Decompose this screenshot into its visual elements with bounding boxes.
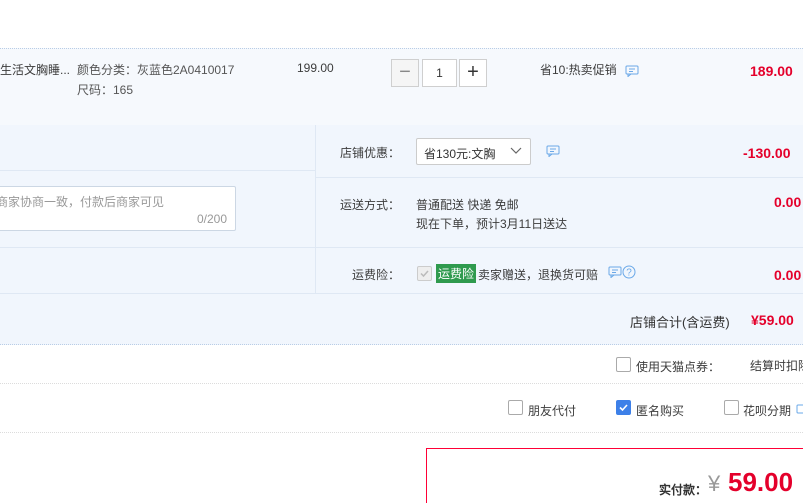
item-unit-price: 199.00 <box>297 61 334 75</box>
payment-label: 实付款： <box>659 483 708 497</box>
insurance-tag: 运费险 <box>436 264 477 283</box>
item-promo: 省10:热卖促销 <box>540 63 617 77</box>
divider <box>316 247 803 248</box>
payment-summary-box: 实付款： ¥ 59.00 <box>426 448 803 503</box>
shop-discount-amount: -130.00 <box>743 145 791 161</box>
shop-total-value: ¥59.00 <box>751 312 794 328</box>
quantity-increase-button[interactable]: + <box>459 59 487 87</box>
item-title[interactable]: 生活文胸睡... <box>0 61 70 78</box>
tmall-points-checkbox[interactable] <box>616 357 631 372</box>
chevron-down-icon <box>510 147 522 155</box>
shipping-amount: 0.00 <box>774 194 802 210</box>
quantity-input[interactable]: 1 <box>422 59 457 87</box>
shop-discount-label: 店铺优惠： <box>340 146 401 160</box>
insurance-checkbox <box>417 266 432 281</box>
help-icon[interactable]: ? <box>622 265 636 279</box>
insurance-desc: 卖家赠送，退换货可赔 <box>478 268 599 282</box>
item-subtotal: 189.00 <box>750 63 793 79</box>
message-textarea[interactable]: 商家协商一致，付款后商家可见 0/200 <box>0 186 236 231</box>
chat-bubble-icon[interactable] <box>796 404 803 416</box>
minus-icon: − <box>399 61 411 83</box>
message-counter: 0/200 <box>196 212 227 226</box>
shop-discount-value: 省130元:文胸 <box>424 147 496 161</box>
chat-bubble-icon[interactable] <box>608 266 622 278</box>
shop-total-row: 店铺合计(含运费) ¥59.00 <box>0 293 803 345</box>
payment-amount: 59.00 <box>728 467 794 497</box>
installment-checkbox[interactable] <box>724 400 739 415</box>
payment-currency: ¥ <box>708 471 721 496</box>
item-sku-size: 尺码：165 <box>77 83 134 97</box>
friend-pay-checkbox[interactable] <box>508 400 523 415</box>
settle-note: 结算时扣除 <box>750 359 803 373</box>
tmall-points-label: 使用天猫点券： <box>636 360 721 374</box>
message-pane: 商家协商一致，付款后商家可见 0/200 <box>0 125 316 293</box>
insurance-label: 运费险： <box>352 268 401 282</box>
item-sku-color: 颜色分类：灰蓝色2A0410017 <box>77 63 235 77</box>
chat-bubble-icon[interactable] <box>625 65 639 77</box>
divider <box>0 247 316 248</box>
divider <box>0 383 803 384</box>
message-placeholder: 商家协商一致，付款后商家可见 <box>0 195 165 209</box>
divider <box>316 177 803 178</box>
shipping-eta: 现在下单，预计3月11日送达 <box>416 217 568 231</box>
svg-text:?: ? <box>626 268 632 279</box>
shipping-method: 普通配送 快递 免邮 <box>416 198 519 212</box>
anonymous-checkbox[interactable] <box>616 400 631 415</box>
insurance-amount: 0.00 <box>774 267 802 283</box>
shop-total-label: 店铺合计(含运费) <box>630 315 730 330</box>
plus-icon: + <box>467 61 479 83</box>
installment-label[interactable]: 花呗分期 <box>743 402 791 419</box>
chat-bubble-icon[interactable] <box>546 145 560 157</box>
divider <box>0 432 803 433</box>
shop-discount-select[interactable]: 省130元:文胸 <box>416 138 531 165</box>
divider <box>0 170 316 171</box>
shipping-label: 运送方式： <box>340 198 401 212</box>
order-item-row: 生活文胸睡... 颜色分类：灰蓝色2A0410017 尺码：165 199.00… <box>0 48 803 125</box>
quantity-decrease-button[interactable]: − <box>391 59 419 87</box>
anonymous-label[interactable]: 匿名购买 <box>636 402 684 419</box>
order-info-panel: 商家协商一致，付款后商家可见 0/200 <box>0 125 803 293</box>
friend-pay-label[interactable]: 朋友代付 <box>528 402 576 419</box>
